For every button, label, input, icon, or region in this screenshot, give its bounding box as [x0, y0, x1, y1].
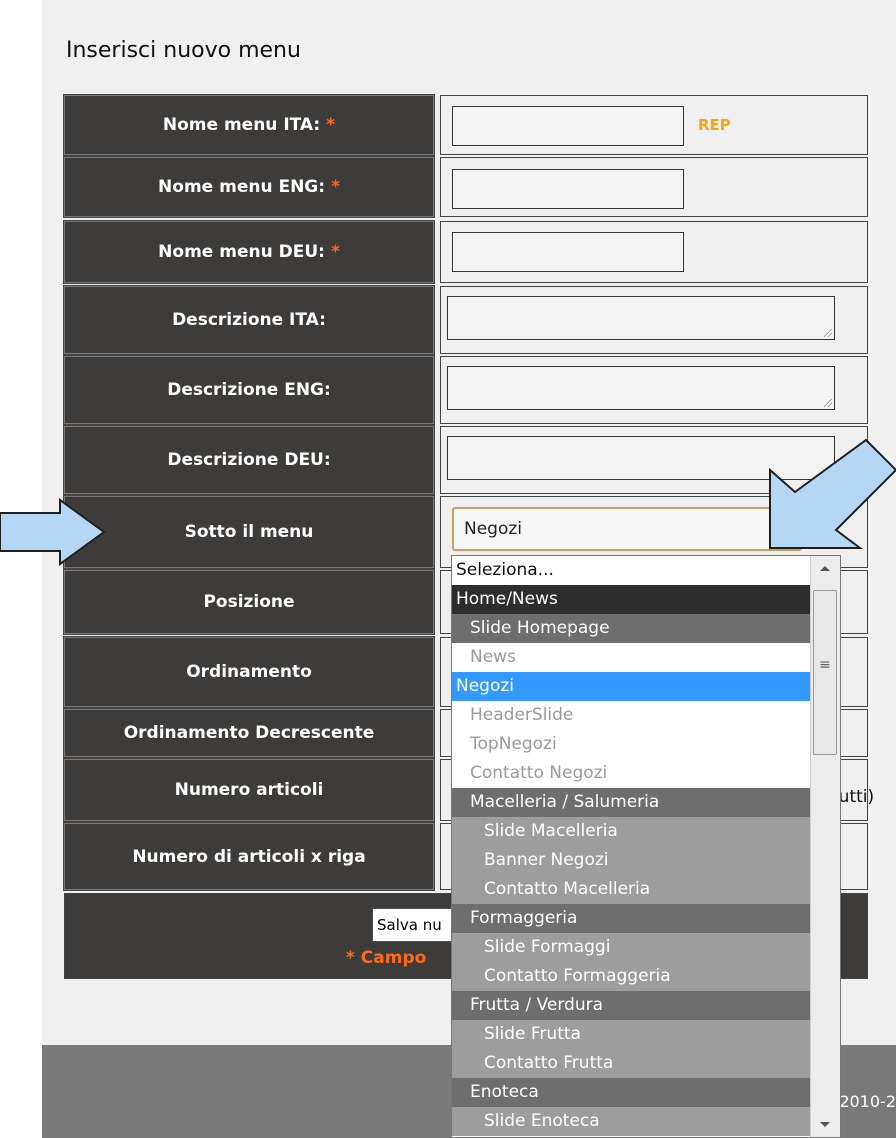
nome-ita-input[interactable] [452, 106, 684, 146]
label-text: Nome menu ENG: [158, 177, 326, 197]
dropdown-option[interactable]: Slide Formaggi [452, 933, 810, 962]
rep-link[interactable]: REP [698, 116, 731, 134]
dropdown-option[interactable]: Home/News [452, 585, 810, 614]
required-star: * [331, 177, 340, 197]
dropdown-option[interactable]: Formaggeria [452, 904, 810, 933]
label-nome-deu: Nome menu DEU: * [64, 221, 434, 283]
label-descrizione-deu: Descrizione DEU: [64, 426, 434, 494]
descrizione-ita-textarea[interactable] [447, 296, 835, 340]
label-descrizione-ita: Descrizione ITA: [64, 286, 434, 354]
label-posizione: Posizione [64, 570, 434, 634]
dropdown-option[interactable]: Frutta / Verdura [452, 991, 810, 1020]
select-value: Negozi [464, 519, 523, 539]
descrizione-deu-textarea[interactable] [447, 436, 835, 480]
dropdown-option[interactable]: Negozi [452, 672, 810, 701]
dropdown-option[interactable]: HeaderSlide [452, 701, 810, 730]
nome-eng-input[interactable] [452, 169, 684, 209]
label-numero-articoli-riga: Numero di articoli x riga [64, 823, 434, 890]
label-ordinamento-decrescente: Ordinamento Decrescente [64, 709, 434, 757]
dropdown-option[interactable]: TopNegozi [452, 730, 810, 759]
required-star: * [330, 242, 340, 262]
nome-deu-input[interactable] [452, 232, 684, 272]
dropdown-option[interactable]: Slide Macelleria [452, 817, 810, 846]
dropdown-option[interactable]: Slide Enoteca [452, 1107, 810, 1136]
label-nome-ita: Nome menu ITA: * [64, 95, 434, 155]
page-title: Inserisci nuovo menu [66, 38, 301, 63]
scroll-down-icon[interactable] [820, 1122, 830, 1127]
dropdown-option[interactable]: Contatto Frutta [452, 1049, 810, 1078]
dropdown-option[interactable]: Macelleria / Salumeria [452, 788, 810, 817]
dropdown-option[interactable]: Seleziona... [452, 556, 810, 585]
dropdown-option[interactable]: News [452, 643, 810, 672]
label-nome-eng: Nome menu ENG: * [64, 157, 434, 217]
dropdown-option[interactable]: Enoteca [452, 1078, 810, 1107]
label-text: Nome menu DEU: [158, 242, 325, 262]
label-sotto-il-menu: Sotto il menu [64, 496, 434, 568]
scrollbar-thumb[interactable] [813, 590, 837, 755]
parent-menu-dropdown-list: Seleziona... Home/News Slide Homepage News N… [451, 555, 841, 1138]
dropdown-option[interactable]: Contatto Formaggeria [452, 962, 810, 991]
save-button[interactable]: Salva nu [372, 908, 452, 942]
label-numero-articoli: Numero articoli [64, 759, 434, 821]
parent-menu-select[interactable]: Negozi [452, 507, 802, 551]
label-text: Nome menu ITA: [162, 115, 321, 135]
dropdown-option[interactable]: Slide Frutta [452, 1020, 810, 1049]
chevron-down-icon[interactable] [774, 517, 796, 539]
label-ordinamento: Ordinamento [64, 637, 434, 707]
label-descrizione-eng: Descrizione ENG: [64, 356, 434, 424]
dropdown-option[interactable]: Slide Homepage [452, 614, 810, 643]
page: Inserisci nuovo menu Nome menu ITA: * Nom… [42, 0, 896, 1138]
scroll-up-icon[interactable] [820, 566, 830, 571]
dropdown-option[interactable]: Banner Negozi [452, 846, 810, 875]
dropdown-option[interactable]: Contatto Negozi [452, 759, 810, 788]
descrizione-eng-textarea[interactable] [447, 366, 835, 410]
required-star: * [326, 115, 336, 135]
scrollbar[interactable] [810, 556, 840, 1137]
dropdown-option[interactable]: Contatto Macelleria [452, 875, 810, 904]
required-note: * Campo [346, 948, 427, 968]
